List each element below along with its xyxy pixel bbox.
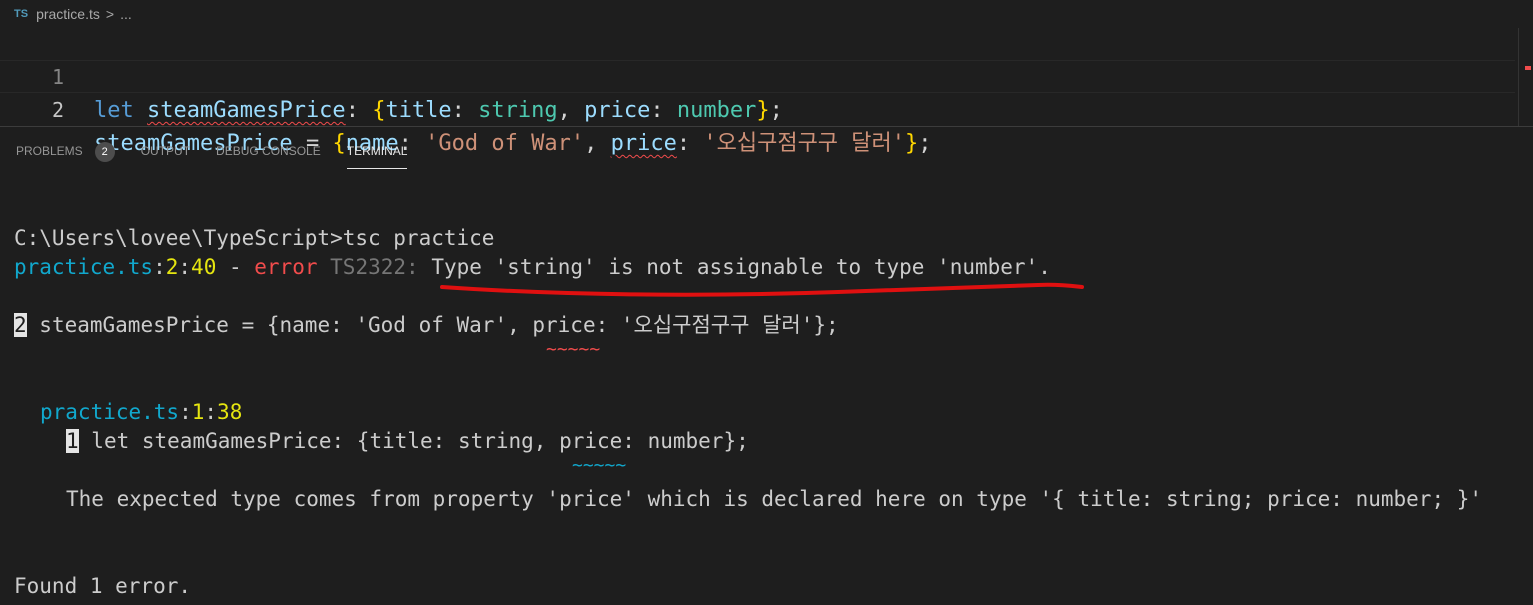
- editor-line[interactable]: 1 let steamGamesPrice: {title: string, p…: [0, 28, 1515, 123]
- error-squiggle: ~~~~~: [546, 339, 601, 360]
- red-underline-annotation: [440, 282, 1084, 297]
- terminal-snippet: 2 steamGamesPrice = {name: 'God of War',…: [14, 313, 839, 337]
- error-marker: [1525, 66, 1531, 70]
- breadcrumb: TS practice.ts > ...: [0, 0, 1533, 28]
- problems-count-badge: 2: [94, 141, 115, 162]
- related-location: practice.ts:1:38: [40, 400, 243, 424]
- breadcrumb-file[interactable]: practice.ts: [36, 6, 100, 22]
- error-summary: Found 1 error.: [14, 574, 192, 598]
- terminal-output[interactable]: C:\Users\lovee\TypeScript>tsc practice p…: [0, 170, 1533, 605]
- chevron-right-icon: >: [105, 6, 115, 22]
- tab-debug-console[interactable]: DEBUG CONSOLE: [216, 136, 321, 166]
- editor-scrollbar[interactable]: [1518, 28, 1533, 126]
- typescript-file-icon: TS: [14, 8, 29, 20]
- tab-output[interactable]: OUTPUT: [141, 136, 190, 166]
- tab-problems[interactable]: PROBLEMS 2: [16, 136, 115, 166]
- line-code: let steamGamesPrice: {title: string, pri…: [94, 98, 783, 123]
- code-editor[interactable]: 1 let steamGamesPrice: {title: string, p…: [0, 28, 1533, 156]
- related-snippet: 1 let steamGamesPrice: {title: string, p…: [66, 429, 749, 453]
- tab-terminal[interactable]: TERMINAL: [346, 136, 407, 169]
- related-squiggle: ~~~~~: [572, 455, 627, 476]
- editor-line-current[interactable]: 2 steamGamesPrice = {name: 'God of War',…: [0, 60, 1515, 156]
- terminal-prompt: C:\Users\lovee\TypeScript>tsc practice: [14, 226, 495, 250]
- panel-divider[interactable]: [0, 126, 1533, 127]
- breadcrumb-more[interactable]: ...: [120, 6, 132, 22]
- panel-tabs: PROBLEMS 2 OUTPUT DEBUG CONSOLE TERMINAL: [0, 133, 417, 169]
- related-message: The expected type comes from property 'p…: [66, 487, 1483, 511]
- line-number: 2: [51, 98, 64, 122]
